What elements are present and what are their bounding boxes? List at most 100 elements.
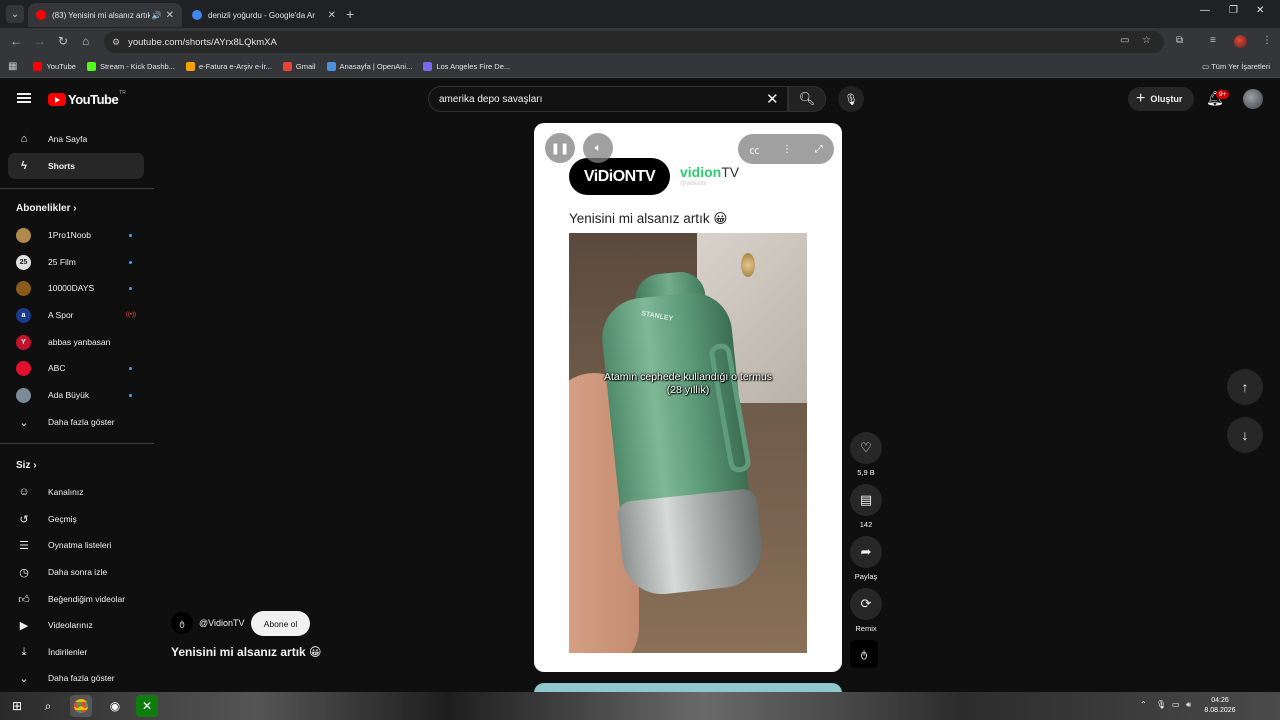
youtube-favicon-icon	[36, 10, 46, 20]
tray-volume-icon[interactable]: 🔊︎	[1186, 700, 1191, 710]
subscriptions-header[interactable]: Abonelikler ›	[16, 203, 77, 214]
new-content-dot	[129, 286, 132, 290]
sidebar-sub-10000days[interactable]: 10000DAYS	[8, 275, 144, 301]
sidebar-item-playlists[interactable]: ☰ Oynatma listeleri	[8, 532, 144, 558]
share-action[interactable]: ➦ Paylaş	[850, 536, 882, 581]
sidebar-sub-25film[interactable]: 25 25 Film	[8, 249, 144, 275]
like-action[interactable]: ♡ 5,9 B	[850, 432, 882, 477]
speaker-icon[interactable]: 🔊	[152, 11, 162, 20]
voice-search-button[interactable]: 🎙︎	[838, 86, 864, 112]
bookmark-gmail[interactable]: Gmail	[282, 62, 316, 71]
bookmark-label: Los Angeles Fire De...	[436, 62, 511, 71]
pause-button[interactable]: ❚❚	[545, 133, 575, 163]
cast-icon[interactable]: ▭	[1120, 35, 1129, 46]
comment-action[interactable]: ▤ 142	[850, 484, 882, 529]
back-icon[interactable]: ←	[10, 34, 22, 48]
subscribe-button[interactable]: Abone ol	[251, 611, 310, 636]
channel-avatar[interactable]: ტ	[171, 612, 193, 634]
remix-action[interactable]: ⟳ Remix	[850, 588, 882, 633]
tray-network-icon[interactable]: ▭	[1172, 700, 1180, 709]
channel-thumb-icon[interactable]: ტ	[850, 640, 878, 668]
bookmark-youtube[interactable]: YouTube	[33, 62, 76, 71]
tab-google[interactable]: denizli yoğurdu - Google'da Ar ✕	[184, 3, 344, 27]
sidebar-item-your-videos[interactable]: ▶ Videolarınız	[8, 612, 144, 638]
user-avatar[interactable]	[1243, 89, 1263, 109]
arrow-down-icon: ↓	[1241, 427, 1249, 443]
site-info-icon[interactable]: ⚙	[112, 37, 120, 48]
tray-mic-icon[interactable]: 🎙︎	[1156, 700, 1166, 709]
sidebar-item-label: 10000DAYS	[48, 283, 95, 293]
sidebar-sub-abbas[interactable]: Yabbas yanbasan	[8, 329, 144, 355]
search-input[interactable]: amerika depo savaşları	[428, 86, 788, 112]
bookmark-star-icon[interactable]: ☆	[1142, 35, 1151, 46]
you-header[interactable]: Siz ›	[16, 460, 37, 471]
bookmark-efatura[interactable]: e-Fatura e-Arşiv e-İr...	[185, 62, 272, 71]
taskbar-clock[interactable]: 04:26 8.08.2026	[1200, 696, 1240, 716]
sidebar-item-your-channel[interactable]: ☺ Kanalınız	[8, 479, 144, 505]
tab-close-icon[interactable]: ✕	[166, 10, 174, 21]
address-bar[interactable]: ⚙ youtube.com/shorts/AYrx8LQkmXA	[104, 31, 1164, 53]
app-icon[interactable]: ◉	[104, 695, 126, 717]
next-short-button[interactable]: ↓	[1227, 417, 1263, 453]
all-bookmarks[interactable]: ▭ Tüm Yer İşaretleri	[1202, 62, 1270, 71]
search-button[interactable]: 🔍︎	[788, 86, 826, 112]
youtube-logo[interactable]: YouTube TR	[48, 90, 126, 107]
youtube-play-icon	[48, 93, 66, 106]
heart-icon[interactable]: ♡	[850, 432, 882, 464]
sidebar-item-history[interactable]: ↺ Geçmiş	[8, 506, 144, 532]
sidebar-item-home[interactable]: ⌂ Ana Sayfa	[8, 126, 144, 152]
sidebar-you-show-more[interactable]: ⌄ Daha fazla göster	[8, 665, 144, 691]
shorts-video-player[interactable]: ViDiONTV vidionTV @vidiontv Yenisini mi …	[534, 123, 842, 672]
sidebar-item-downloads[interactable]: ⤓ İndirilenler	[8, 639, 144, 665]
captions-icon[interactable]: ㏄	[749, 142, 759, 157]
close-window-icon[interactable]: ✕	[1256, 5, 1264, 16]
windows-start-icon[interactable]: ⊞	[6, 695, 28, 717]
remix-icon[interactable]: ⟳	[850, 588, 882, 620]
bookmark-label: YouTube	[46, 62, 76, 71]
hamburger-menu-icon[interactable]	[17, 93, 31, 103]
xbox-icon[interactable]: ✕	[136, 695, 158, 717]
sidebar-item-shorts[interactable]: ϟ Shorts	[8, 153, 144, 179]
media-control-icon[interactable]: ≡	[1210, 35, 1216, 46]
search-icon[interactable]: ⌕	[37, 695, 59, 717]
clear-search-icon[interactable]: ✕	[766, 90, 779, 108]
comment-icon[interactable]: ▤	[850, 484, 882, 516]
thumbs-up-icon: 👍︎	[18, 593, 30, 606]
bookmark-kick[interactable]: Stream - Kick Dashb...	[86, 62, 175, 71]
new-content-dot	[129, 393, 132, 397]
minimize-icon[interactable]: —	[1200, 5, 1210, 16]
sidebar-item-watch-later[interactable]: ◷ Daha sonra izle	[8, 559, 144, 585]
sidebar-item-liked-videos[interactable]: 👍︎ Beğendiğim videolar	[8, 586, 144, 612]
restore-icon[interactable]: ❐	[1229, 5, 1238, 16]
extensions-icon[interactable]: ⧉	[1176, 35, 1183, 46]
more-options-icon[interactable]: ⋮	[782, 144, 792, 155]
clock-time: 04:26	[1211, 697, 1229, 704]
forward-icon[interactable]: →	[34, 34, 46, 48]
share-icon[interactable]: ➦	[850, 536, 882, 568]
sidebar-item-label: Kanalınız	[48, 487, 84, 497]
home-icon[interactable]: ⌂	[82, 34, 89, 48]
bookmark-lafd[interactable]: Los Angeles Fire De...	[423, 62, 510, 71]
sidebar-sub-abc[interactable]: ABC	[8, 355, 144, 381]
overlay-line-2: (28 yıllık)	[666, 384, 710, 396]
menu-kebab-icon[interactable]: ⋮	[1262, 35, 1272, 46]
tab-close-icon[interactable]: ✕	[328, 10, 336, 21]
bookmark-openani[interactable]: Anasayfa | OpenAni...	[326, 62, 412, 71]
sidebar-sub-adabuyuk[interactable]: Ada Büyük	[8, 382, 144, 408]
previous-short-button[interactable]: ↑	[1227, 369, 1263, 405]
sidebar-subs-show-more[interactable]: ⌄ Daha fazla göster	[8, 409, 144, 435]
reload-icon[interactable]: ↻	[58, 34, 68, 48]
sidebar-sub-1pro1noob[interactable]: 1Pro1Noob	[8, 222, 144, 248]
apps-grid-icon[interactable]: ▦	[8, 61, 17, 72]
channel-handle[interactable]: @VidionTV	[199, 618, 245, 628]
tab-search-button[interactable]: ⌄	[6, 5, 24, 23]
profile-avatar[interactable]	[1234, 35, 1247, 48]
create-button[interactable]: + Oluştur	[1128, 87, 1195, 111]
tray-chevron-icon[interactable]: ⌃	[1140, 700, 1147, 709]
mute-button[interactable]: 🔈︎	[583, 133, 613, 163]
sidebar-sub-aspor[interactable]: a A Spor ((•))	[8, 302, 144, 328]
chrome-icon[interactable]	[70, 695, 92, 717]
tab-youtube[interactable]: (83) Yenisini mi alsanız artık 🔊 ✕	[28, 3, 182, 27]
fullscreen-icon[interactable]: ⤢	[815, 144, 823, 155]
new-tab-button[interactable]: +	[346, 6, 354, 22]
